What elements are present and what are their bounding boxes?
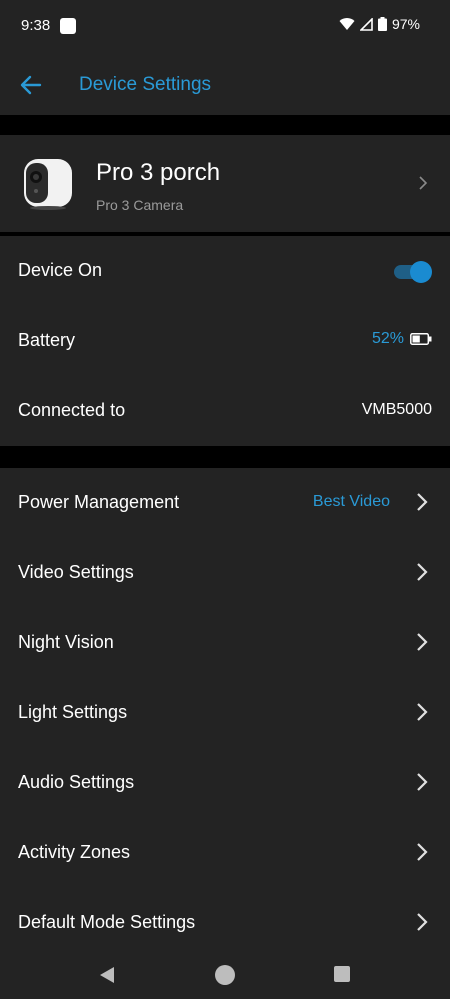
setting-audio-settings[interactable]: Audio Settings — [0, 748, 450, 818]
connected-label: Connected to — [18, 400, 126, 420]
wifi-icon — [339, 17, 355, 30]
chevron-right-icon — [417, 773, 428, 791]
setting-label: Power Management — [18, 492, 180, 512]
chevron-right-icon — [417, 633, 428, 651]
device-model: Pro 3 Camera — [96, 197, 184, 213]
nav-home-icon[interactable] — [215, 965, 235, 985]
setting-power-management[interactable]: Power Management Best Video — [0, 468, 450, 538]
device-name: Pro 3 porch — [96, 159, 221, 186]
battery-icon — [377, 17, 387, 31]
battery-label: Battery — [18, 330, 76, 350]
chevron-right-icon — [417, 493, 428, 511]
device-card[interactable]: Pro 3 porch Pro 3 Camera — [0, 135, 450, 232]
setting-value: Best Video — [312, 493, 390, 510]
connected-row: Connected to VMB5000 — [0, 376, 450, 446]
device-on-label: Device On — [18, 260, 103, 280]
setting-night-vision[interactable]: Night Vision — [0, 608, 450, 678]
settings-list: Power Management Best Video Video Settin… — [0, 468, 450, 951]
camera-thumbnail — [24, 159, 72, 210]
connected-value: VMB5000 — [361, 401, 432, 418]
toggle-thumb — [410, 261, 432, 283]
status-icons: 97% — [339, 16, 420, 32]
device-info-section: Device On Battery 52% Connected to VMB50… — [0, 236, 450, 446]
setting-light-settings[interactable]: Light Settings — [0, 678, 450, 748]
nav-recents-icon[interactable] — [334, 966, 350, 982]
chevron-right-icon — [417, 703, 428, 721]
battery-row: Battery 52% — [0, 306, 450, 376]
battery-value: 52% — [371, 330, 404, 347]
battery-level-icon — [410, 333, 432, 345]
chevron-right-icon — [417, 913, 428, 931]
chevron-right-icon — [417, 843, 428, 861]
status-time: 9:38 — [21, 17, 51, 34]
setting-label: Default Mode Settings — [18, 912, 196, 932]
chevron-right-icon — [417, 563, 428, 581]
cell-signal-icon — [359, 17, 373, 31]
setting-label: Audio Settings — [18, 772, 135, 792]
setting-label: Light Settings — [18, 702, 128, 722]
status-bar: 9:38 97% — [0, 0, 450, 54]
setting-video-settings[interactable]: Video Settings — [0, 538, 450, 608]
setting-label: Activity Zones — [18, 842, 131, 862]
device-settings-screen: 9:38 97% Device Settings Pro 3 porch Pro… — [0, 0, 450, 999]
system-nav-bar — [0, 951, 450, 999]
chevron-right-icon — [419, 176, 428, 190]
arrow-left-icon[interactable] — [18, 72, 44, 98]
app-bar: Device Settings — [0, 54, 450, 115]
setting-default-mode-settings[interactable]: Default Mode Settings — [0, 888, 450, 958]
nav-back-icon[interactable] — [98, 966, 116, 984]
status-battery-percent: 97% — [391, 16, 420, 32]
device-on-toggle[interactable] — [394, 261, 432, 283]
notification-icon — [60, 18, 76, 34]
device-on-row: Device On — [0, 236, 450, 306]
page-title: Device Settings — [79, 74, 212, 95]
battery-status: 52% — [372, 330, 432, 348]
setting-activity-zones[interactable]: Activity Zones — [0, 818, 450, 888]
setting-label: Video Settings — [18, 562, 134, 582]
setting-label: Night Vision — [18, 632, 114, 652]
